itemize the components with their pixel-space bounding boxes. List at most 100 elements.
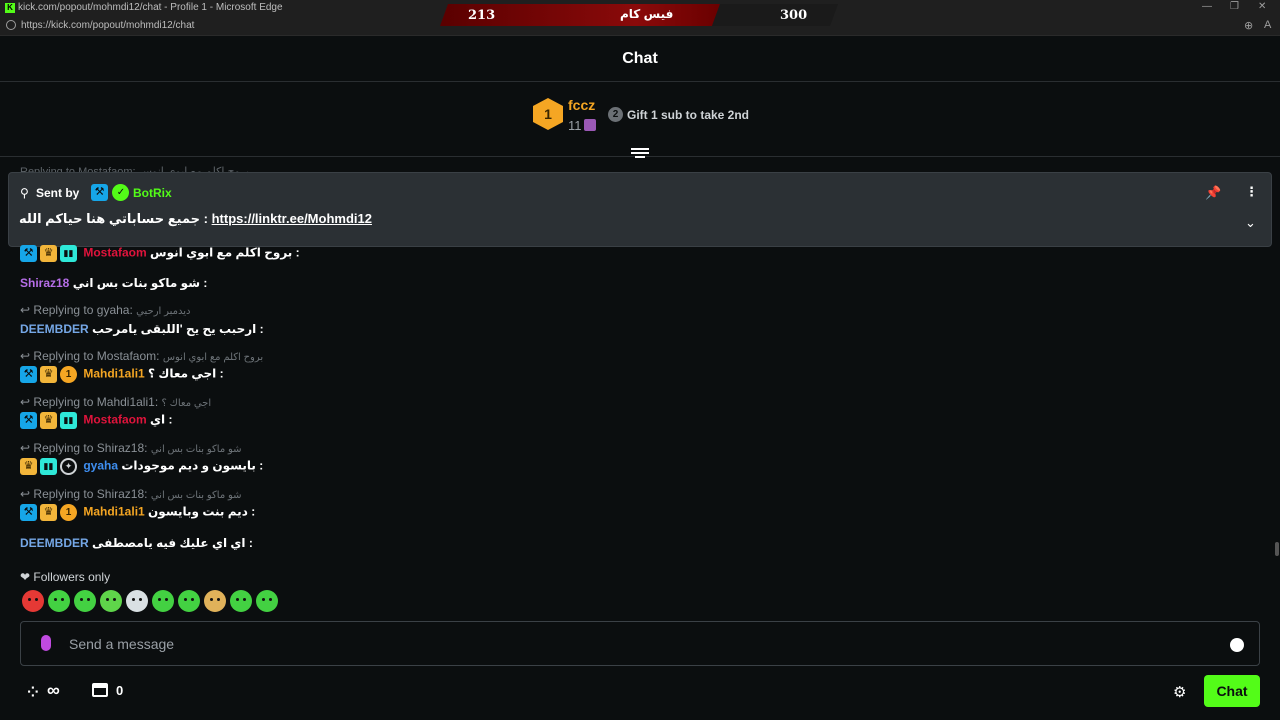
chat-message[interactable]: ⚒ ♛ ▮▮ Mostafaom بروح اكلم مع ابوي انوس : <box>20 245 300 262</box>
moderator-badge-icon: ⚒ <box>20 412 37 429</box>
leaderboard-top-user[interactable]: fccz <box>568 97 595 113</box>
reply-quote: اجي معاك ؟ <box>161 398 212 409</box>
chat-header: Chat <box>0 36 1280 82</box>
pinned-message: ⚲ Sent by ⚒ ✓ BotRix جميع حساباتي هنا حي… <box>8 172 1272 247</box>
url-text[interactable]: https://kick.com/popout/mohmdi12/chat <box>21 20 194 31</box>
vip-crown-badge-icon: ♛ <box>40 504 57 521</box>
subscriber-badge-icon: ▮▮ <box>40 458 57 475</box>
moderator-badge-icon: ⚒ <box>20 366 37 383</box>
reply-arrow-icon: ↩ <box>20 487 31 501</box>
emoji-picker-icon[interactable] <box>1230 638 1244 652</box>
pin-icon: ⚲ <box>20 186 29 200</box>
minimize-icon[interactable]: — <box>1202 1 1212 12</box>
chat-message[interactable]: DEEMBDER ارحبب يح يح 'اللبقى يامرحب : <box>20 322 264 336</box>
send-chat-button[interactable]: Chat <box>1204 675 1260 707</box>
chat-message-text: ارحبب يح يح 'اللبقى يامرحب : <box>92 322 264 336</box>
chat-message[interactable]: Shiraz18 شو ماكو بنات بس اني : <box>20 276 207 290</box>
left-score: 213 <box>468 8 496 23</box>
moderator-badge-icon: ⚒ <box>91 184 108 202</box>
restore-icon[interactable]: ❐ <box>1230 1 1239 12</box>
gift-sub-prompt[interactable]: Gift 1 sub to take 2nd <box>627 108 749 122</box>
rank-2-badge: 2 <box>608 107 623 122</box>
chevron-down-icon[interactable]: ⌄ <box>1245 215 1256 231</box>
chat-username[interactable]: DEEMBDER <box>20 536 89 550</box>
site-info-icon[interactable] <box>6 20 16 30</box>
pinned-message-text: جميع حساباتي هنا حياكم الله : https://li… <box>19 211 372 227</box>
chat-message-text: اجي معاك ؟ : <box>148 366 224 381</box>
emote-icon[interactable] <box>74 590 96 612</box>
chat-title: Chat <box>622 50 658 67</box>
reply-reference[interactable]: ↩ Replying to Shiraz18: شو ماكو بنات بس … <box>20 441 242 455</box>
emote-icon[interactable] <box>230 590 252 612</box>
reply-arrow-icon: ↩ <box>20 349 31 363</box>
reply-reference[interactable]: ↩ Replying to gyaha: ديدمبر ارحبي <box>20 303 190 317</box>
chat-username[interactable]: Shiraz18 <box>20 276 69 290</box>
emote-icon[interactable] <box>178 590 200 612</box>
chat-message[interactable]: ♛ ▮▮ ✦ gyaha بايسون و ديم موجودات : <box>20 458 263 475</box>
chat-message[interactable]: DEEMBDER اي اي عليك فيه يامصطفى : <box>20 536 253 550</box>
reply-reference[interactable]: ↩ Replying to Mostafaom: بروح اكلم مع اب… <box>20 349 263 363</box>
store-icon[interactable] <box>92 683 108 697</box>
pinned-sender-badges: ⚒ ✓ <box>91 184 130 202</box>
reply-reference[interactable]: ↩ Replying to Mahdi1ali1: اجي معاك ؟ <box>20 395 211 409</box>
chat-username[interactable]: gyaha <box>83 459 118 473</box>
unpin-icon[interactable]: 📌 <box>1205 185 1221 201</box>
zoom-icon[interactable]: ⊕ <box>1244 19 1253 32</box>
reply-to-label: Replying to Mostafaom: <box>33 349 160 363</box>
pinned-message-prefix: جميع حساباتي هنا حياكم الله : <box>19 211 212 226</box>
emote-icon[interactable] <box>100 590 122 612</box>
emote-icon[interactable] <box>126 590 148 612</box>
moderator-badge-icon: ⚒ <box>20 504 37 521</box>
followers-only-mode: ❤ Followers only <box>20 570 110 584</box>
subscriber-badge-icon: ▮▮ <box>60 412 77 429</box>
score-bar-dark <box>712 4 838 26</box>
reply-quote: شو ماكو بنات بس اني <box>150 490 242 501</box>
pinned-sender-name[interactable]: BotRix <box>133 186 172 200</box>
settings-gear-icon[interactable]: ⚙ <box>1173 683 1186 701</box>
chat-message-text: بايسون و ديم موجودات : <box>121 458 264 473</box>
more-options-icon[interactable]: ⋮ <box>1245 184 1258 200</box>
chat-username[interactable]: Mostafaom <box>83 413 146 427</box>
emote-icon[interactable] <box>256 590 278 612</box>
reply-to-label: Replying to gyaha: <box>33 303 133 317</box>
chat-scrollbar[interactable] <box>1275 542 1279 556</box>
channel-points-icon[interactable]: ⁘ <box>27 684 39 701</box>
reply-to-label: Replying to Shiraz18: <box>33 487 148 501</box>
gift-icon <box>584 119 596 131</box>
message-input-box[interactable] <box>20 621 1260 666</box>
chat-message[interactable]: ⚒ ♛ ▮▮ Mostafaom اي : <box>20 412 173 429</box>
reply-quote: بروح اكلم مع ابوي انوس <box>162 352 264 363</box>
reply-quote: ديدمبر ارحبي <box>136 306 191 317</box>
read-aloud-icon[interactable]: A <box>1264 19 1271 31</box>
vip-crown-badge-icon: ♛ <box>20 458 37 475</box>
verified-badge-icon: ✓ <box>112 184 130 202</box>
emote-icon[interactable] <box>48 590 70 612</box>
reply-quote: شو ماكو بنات بس اني <box>150 444 242 455</box>
subscriber-badge-icon: ▮▮ <box>60 245 77 262</box>
chat-username[interactable]: Mostafaom <box>83 246 146 260</box>
reply-arrow-icon: ↩ <box>20 441 31 455</box>
emote-icon[interactable] <box>152 590 174 612</box>
close-icon[interactable]: ✕ <box>1258 1 1266 12</box>
chat-message[interactable]: ⚒ ♛ 1 Mahdi1ali1 ديم بنت وبايسون : <box>20 504 255 521</box>
emote-icon[interactable] <box>204 590 226 612</box>
chat-username[interactable]: DEEMBDER <box>20 322 89 336</box>
microphone-icon[interactable] <box>41 635 51 651</box>
chat-username[interactable]: Mahdi1ali1 <box>83 367 144 381</box>
emote-icon[interactable] <box>22 590 44 612</box>
pinned-message-link[interactable]: https://linktr.ee/Mohmdi12 <box>212 211 372 226</box>
message-input[interactable] <box>69 633 1209 655</box>
chat-username[interactable]: Mahdi1ali1 <box>83 505 144 519</box>
overlay-label: فيس كام <box>620 7 674 21</box>
chat-message[interactable]: ⚒ ♛ 1 Mahdi1ali1 اجي معاك ؟ : <box>20 366 224 383</box>
followers-only-label: Followers only <box>33 570 111 584</box>
store-count: 0 <box>116 683 124 698</box>
chat-message-text: اي : <box>150 412 173 427</box>
quick-emote-bar <box>22 590 282 616</box>
reply-reference[interactable]: ↩ Replying to Shiraz18: شو ماكو بنات بس … <box>20 487 242 501</box>
leaderboard-gift-count: 11 <box>568 118 582 133</box>
chat-footer <box>0 672 1280 720</box>
channel-points-value[interactable]: ∞ <box>47 680 60 701</box>
chat-message-text: شو ماكو بنات بس اني : <box>72 276 208 290</box>
collapse-leaderboard-icon[interactable] <box>631 148 649 162</box>
